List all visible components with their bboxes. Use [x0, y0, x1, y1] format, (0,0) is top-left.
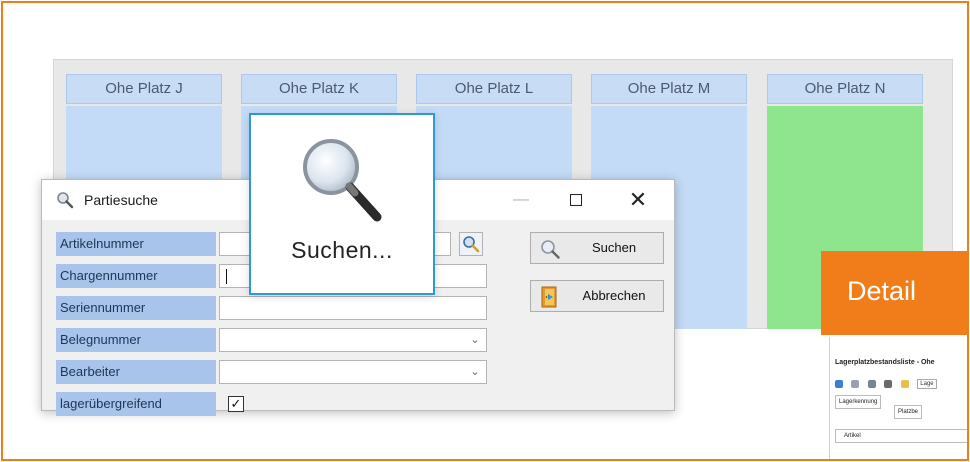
detail-toolbar: Lage	[835, 375, 967, 389]
search-icon	[867, 379, 876, 388]
screenshot-frame: Ohe Platz J Ohe Platz K Ohe Platz L Ohe …	[1, 1, 969, 461]
detail-banner-text: Detail	[847, 276, 917, 306]
refresh-icon	[835, 379, 843, 388]
text-caret	[226, 269, 227, 284]
detail-screenshot: Lagerplatzbestandsliste - Ohe Lage Lager…	[829, 337, 967, 459]
cancel-button[interactable]: Abbrechen	[530, 280, 664, 312]
place-header: Ohe Platz J	[66, 74, 222, 104]
chevron-down-icon[interactable]: ⌄	[469, 332, 481, 348]
field-label: Artikelnummer	[56, 232, 216, 256]
field-label: Belegnummer	[56, 328, 216, 352]
detail-toolbar-field: Lage	[917, 378, 937, 389]
chevron-down-icon[interactable]: ⌄	[469, 364, 481, 380]
search-button-label: Suchen	[591, 240, 637, 255]
bearbeiter-dropdown[interactable]: ⌄	[219, 360, 487, 384]
detail-window-title: Lagerplatzbestandsliste - Ohe	[835, 359, 935, 366]
magnifier-icon	[57, 192, 74, 209]
detail-row: Artikel	[835, 429, 967, 443]
detail-column-header: Platzbe	[894, 405, 923, 419]
exit-door-icon	[541, 286, 557, 308]
search-tooltip-zoom: Suchen...	[249, 113, 435, 295]
detail-column-header: Lagerkennung	[835, 395, 882, 409]
minimize-button[interactable]: —	[507, 186, 535, 214]
field-label: Bearbeiter	[56, 360, 216, 384]
field-label: lagerübergreifend	[56, 392, 216, 416]
magnifier-icon	[303, 139, 382, 222]
maximize-button[interactable]	[562, 186, 590, 214]
tooltip-text: Suchen...	[291, 237, 393, 263]
place-header: Ohe Platz M	[591, 74, 747, 104]
maximize-icon	[570, 193, 582, 206]
seriennummer-input[interactable]	[219, 296, 487, 320]
close-button[interactable]: ✕	[624, 186, 652, 214]
cancel-button-label: Abbrechen	[582, 288, 646, 303]
search-button[interactable]: Suchen	[530, 232, 664, 264]
place-header: Ohe Platz L	[416, 74, 572, 104]
detail-banner: Detail	[821, 251, 967, 335]
place-header: Ohe Platz K	[241, 74, 397, 104]
place-header: Ohe Platz N	[767, 74, 923, 104]
belegnummer-dropdown[interactable]: ⌄	[219, 328, 487, 352]
filter-icon	[851, 379, 860, 388]
print-icon	[884, 379, 893, 388]
search-icon[interactable]	[459, 232, 483, 256]
magnifier-icon	[541, 240, 560, 259]
dialog-title: Partiesuche	[84, 192, 158, 208]
lageruebergreifend-checkbox[interactable]: ✓	[228, 396, 244, 412]
star-icon	[900, 379, 909, 388]
field-label: Seriennummer	[56, 296, 216, 320]
field-label: Chargennummer	[56, 264, 216, 288]
